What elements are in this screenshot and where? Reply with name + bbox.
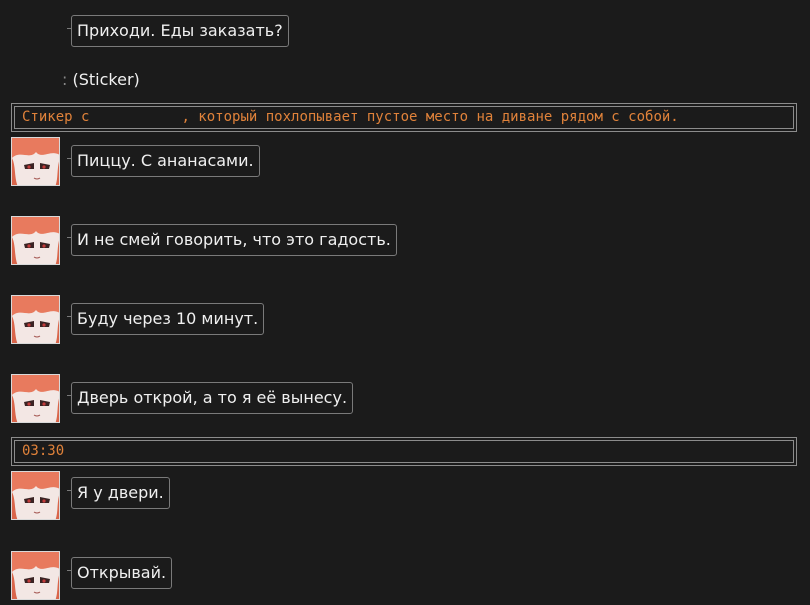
sticker-description: Стикер с , который похлопывает пустое мес… [14, 106, 794, 129]
avatar-icon [12, 472, 59, 519]
message-text: Открывай. [77, 563, 167, 582]
avatar [11, 471, 60, 520]
message-bubble: И не смей говорить, что это гадость. [67, 224, 397, 256]
avatar [11, 216, 60, 265]
sticker-description-end: , который похлопывает пустое место на ди… [181, 109, 679, 125]
sticker-description-start: Стикер с [22, 109, 90, 125]
message-bubble: Приходи. Еды заказать? [67, 15, 289, 47]
message-text: Приходи. Еды заказать? [77, 21, 283, 40]
chat-log: Приходи. Еды заказать? : (Sticker) Стике… [0, 0, 810, 605]
sticker-label-colon: : [62, 70, 68, 89]
message-bubble: Дверь открой, а то я её вынесу. [66, 382, 354, 414]
avatar [11, 295, 60, 344]
sticker-label: : (Sticker) [62, 70, 140, 90]
sticker-label-text: (Sticker) [72, 70, 140, 89]
avatar [11, 551, 60, 600]
timestamp-box: 03:30 [11, 437, 797, 466]
avatar-icon [12, 138, 59, 185]
avatar-icon [12, 375, 59, 422]
timestamp: 03:30 [14, 440, 794, 463]
message-text: Пиццу. С ананасами. [77, 151, 254, 170]
message-bubble: Пиццу. С ананасами. [67, 145, 260, 177]
message-text: И не смей говорить, что это гадость. [77, 230, 391, 249]
message-text: Дверь открой, а то я её вынесу. [77, 388, 348, 407]
sticker-description-box: Стикер с , который похлопывает пустое мес… [11, 103, 797, 132]
message-text: Я у двери. [77, 483, 164, 502]
message-bubble: Я у двери. [67, 477, 170, 509]
message-bubble: Открывай. [66, 557, 173, 589]
message-text: Буду через 10 минут. [77, 309, 259, 328]
avatar-icon [12, 217, 59, 264]
message-bubble: Буду через 10 минут. [66, 303, 265, 335]
avatar-icon [12, 296, 59, 343]
avatar [11, 137, 60, 186]
avatar-icon [12, 552, 59, 599]
avatar [11, 374, 60, 423]
